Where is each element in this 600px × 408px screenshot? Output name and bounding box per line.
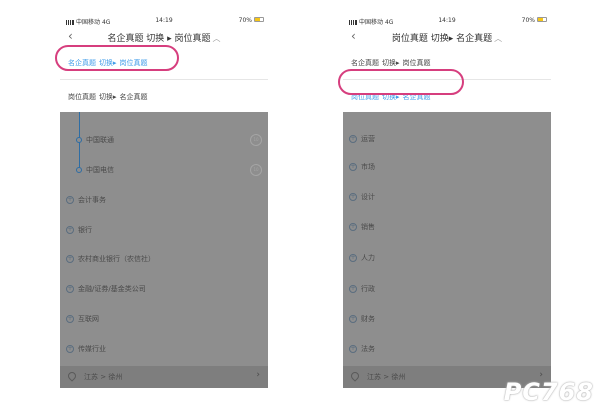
battery-percent: 70% xyxy=(521,17,535,24)
category-item: + 银行 xyxy=(66,226,92,234)
plus-circle-icon: + xyxy=(66,315,74,323)
dropdown-option[interactable]: 名企真题 切换▸ 岗位真题 xyxy=(351,52,431,74)
plus-circle-icon: + xyxy=(349,223,357,231)
switch-dropdown: 名企真题 切换▸ 岗位真题 岗位真题 切换▸ 名企真题 xyxy=(60,48,268,112)
category-item: + 销售 xyxy=(349,223,375,231)
switch-dropdown: 名企真题 切换▸ 岗位真题 岗位真题 切换▸ 名企真题 xyxy=(343,48,551,112)
plus-circle-icon: + xyxy=(349,315,357,323)
status-bar: 中国移动 4G 14:19 70% xyxy=(343,14,551,26)
network-type: 4G xyxy=(101,19,111,26)
location-bar: 江苏 > 徐州 › xyxy=(60,366,268,388)
sub-list-item: 中国电信 xyxy=(76,163,114,177)
category-item: + 互联网 xyxy=(66,315,99,323)
dimmed-list: 中国联通 10 中国电信 10 + 会计事务 + 银行 + 农村商业银行（农信社） +… xyxy=(60,112,268,388)
count-badge: 10 xyxy=(250,134,262,146)
plus-circle-icon: + xyxy=(66,226,74,234)
plus-circle-icon: + xyxy=(66,255,74,263)
page-title: 名企真题 切换 ▸ 岗位真题 xyxy=(107,34,211,44)
plus-circle-icon: + xyxy=(349,345,357,353)
title-bar: ‹ 岗位真题 切换▸ 名企真题 ︿ xyxy=(343,26,551,48)
plus-circle-icon: + xyxy=(66,285,74,293)
title-toggle[interactable]: 名企真题 切换 ▸ 岗位真题 ︿ xyxy=(60,31,268,44)
location-pin-icon xyxy=(66,370,78,382)
battery-icon xyxy=(537,17,547,22)
divider xyxy=(343,79,551,80)
category-item: + 人力 xyxy=(349,254,375,262)
title-toggle[interactable]: 岗位真题 切换▸ 名企真题 ︿ xyxy=(343,31,551,44)
category-item: + 传媒行业 xyxy=(66,345,106,353)
category-item: + 行政 xyxy=(349,285,375,293)
clock: 14:19 xyxy=(438,17,456,24)
network-type: 4G xyxy=(384,19,394,26)
category-item: + 会计事务 xyxy=(66,196,106,204)
page-title: 岗位真题 切换▸ 名企真题 xyxy=(391,34,493,44)
plus-circle-icon: + xyxy=(349,193,357,201)
location-pin-icon xyxy=(349,370,361,382)
dropdown-option[interactable]: 名企真题 切换▸ 岗位真题 xyxy=(68,52,148,74)
category-item: + 法务 xyxy=(349,345,375,353)
sub-list-item: 中国联通 xyxy=(76,133,114,147)
category-item: + 运营 xyxy=(349,135,375,143)
dot-icon xyxy=(76,167,82,173)
dimmed-list: + 运营 + 市场 + 设计 + 销售 + 人力 + 行政 + 财务 + 法务 江苏 > 徐州 … xyxy=(343,112,551,388)
chevron-up-icon: ︿ xyxy=(212,34,221,43)
signal-icon xyxy=(66,20,74,25)
phone-screen-left: 中国移动 4G 14:19 70% ‹ 名企真题 切换 ▸ 岗位真题 ︿ 名企真题… xyxy=(60,14,268,388)
battery-icon xyxy=(254,17,264,22)
clock: 14:19 xyxy=(155,17,173,24)
divider xyxy=(60,79,268,80)
plus-circle-icon: + xyxy=(349,163,357,171)
status-bar: 中国移动 4G 14:19 70% xyxy=(60,14,268,26)
plus-circle-icon: + xyxy=(349,135,357,143)
category-item: + 农村商业银行（农信社） xyxy=(66,255,155,263)
category-item: + 设计 xyxy=(349,193,375,201)
plus-circle-icon: + xyxy=(66,345,74,353)
count-badge: 10 xyxy=(250,164,262,176)
title-bar: ‹ 名企真题 切换 ▸ 岗位真题 ︿ xyxy=(60,26,268,48)
location-text: 江苏 > 徐州 xyxy=(84,373,123,381)
signal-icon xyxy=(349,20,357,25)
location-text: 江苏 > 徐州 xyxy=(367,373,406,381)
category-item: + 财务 xyxy=(349,315,375,323)
chevron-up-icon: ︿ xyxy=(494,34,503,43)
dropdown-option[interactable]: 岗位真题 切换▸ 名企真题 xyxy=(351,86,431,108)
watermark-logo: PC768 xyxy=(503,378,594,406)
plus-circle-icon: + xyxy=(349,254,357,262)
chevron-right-icon: › xyxy=(256,370,260,380)
carrier-name: 中国移动 xyxy=(76,19,101,26)
dot-icon xyxy=(76,137,82,143)
plus-circle-icon: + xyxy=(66,196,74,204)
category-item: + 市场 xyxy=(349,163,375,171)
plus-circle-icon: + xyxy=(349,285,357,293)
battery-percent: 70% xyxy=(238,17,252,24)
carrier-name: 中国移动 xyxy=(359,19,384,26)
phone-screen-right: 中国移动 4G 14:19 70% ‹ 岗位真题 切换▸ 名企真题 ︿ 名企真题切… xyxy=(343,14,551,388)
category-item: + 金融/证券/基金类公司 xyxy=(66,285,146,293)
dropdown-option[interactable]: 岗位真题 切换▸ 名企真题 xyxy=(68,86,148,108)
